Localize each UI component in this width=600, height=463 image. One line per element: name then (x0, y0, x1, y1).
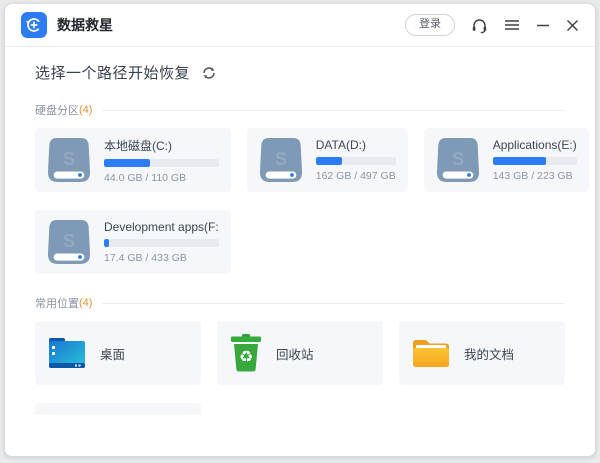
location-label: 桌面 (100, 344, 125, 363)
drive-capacity: 44.0 GB / 110 GB (104, 172, 219, 184)
hard-drive-icon: S (436, 137, 480, 183)
close-icon[interactable] (566, 19, 579, 32)
section-partitions-label: 硬盘分区 (35, 102, 79, 118)
location-card-partial[interactable] (35, 403, 201, 415)
documents-folder-icon (411, 337, 451, 369)
capacity-bar (493, 157, 577, 165)
page-title: 选择一个路径开始恢复 (35, 62, 190, 83)
drive-name: 本地磁盘(C:) (104, 137, 219, 154)
section-locations: 常用位置(4) (35, 295, 565, 311)
app-window: 数据救星 登录 (4, 3, 596, 457)
location-card-desktop[interactable]: 桌面 (35, 321, 201, 385)
section-partitions: 硬盘分区(4) (35, 102, 565, 118)
svg-text:S: S (452, 149, 464, 169)
drive-name: Development apps(F: (104, 220, 219, 234)
location-cards: 桌面 ♻ 回收站 (35, 321, 565, 385)
drive-name: DATA(D:) (316, 138, 396, 152)
section-partitions-count: (4) (79, 104, 92, 116)
capacity-bar (104, 239, 219, 247)
section-divider (102, 303, 565, 304)
svg-text:S: S (63, 149, 75, 169)
location-label: 我的文档 (464, 344, 514, 363)
location-card-recycle-bin[interactable]: ♻ 回收站 (217, 321, 383, 385)
desktop-folder-icon (47, 336, 87, 370)
svg-text:S: S (275, 149, 287, 169)
section-divider (102, 110, 565, 111)
recycle-bin-icon: ♻ (229, 334, 263, 372)
drive-capacity: 17.4 GB / 433 GB (104, 252, 219, 264)
hard-drive-icon: S (259, 137, 303, 183)
app-logo-icon (21, 12, 47, 38)
main-content: 选择一个路径开始恢复 硬盘分区(4) S (5, 47, 595, 415)
location-row-partial (35, 403, 565, 415)
app-title: 数据救星 (57, 15, 113, 35)
svg-text:♻: ♻ (239, 347, 253, 366)
drive-card-d[interactable]: S DATA(D:) 162 GB / 497 GB (247, 128, 408, 192)
minimize-icon[interactable] (536, 18, 550, 32)
section-locations-count: (4) (79, 297, 92, 309)
drive-name: Applications(E:) (493, 138, 577, 152)
drive-card-c[interactable]: S 本地磁盘(C:) 44.0 GB / 110 GB (35, 128, 231, 192)
drive-card-e[interactable]: S Applications(E:) 143 GB / 223 GB (424, 128, 589, 192)
section-locations-label: 常用位置 (35, 295, 79, 311)
location-card-documents[interactable]: 我的文档 (399, 321, 565, 385)
login-button[interactable]: 登录 (405, 14, 455, 35)
drive-card-f[interactable]: S Development apps(F: 17.4 GB / 433 GB (35, 210, 231, 274)
drive-capacity: 162 GB / 497 GB (316, 170, 396, 182)
capacity-bar (316, 157, 396, 165)
menu-icon[interactable] (504, 18, 520, 32)
partition-cards: S 本地磁盘(C:) 44.0 GB / 110 GB S (35, 128, 565, 274)
title-bar: 数据救星 登录 (5, 4, 595, 46)
drive-capacity: 143 GB / 223 GB (493, 170, 577, 182)
hard-drive-icon: S (47, 137, 91, 183)
hard-drive-icon: S (47, 219, 91, 265)
svg-text:S: S (63, 231, 75, 251)
refresh-icon[interactable] (202, 66, 216, 80)
headset-icon[interactable] (471, 17, 488, 34)
capacity-bar (104, 159, 219, 167)
location-label: 回收站 (276, 344, 314, 363)
